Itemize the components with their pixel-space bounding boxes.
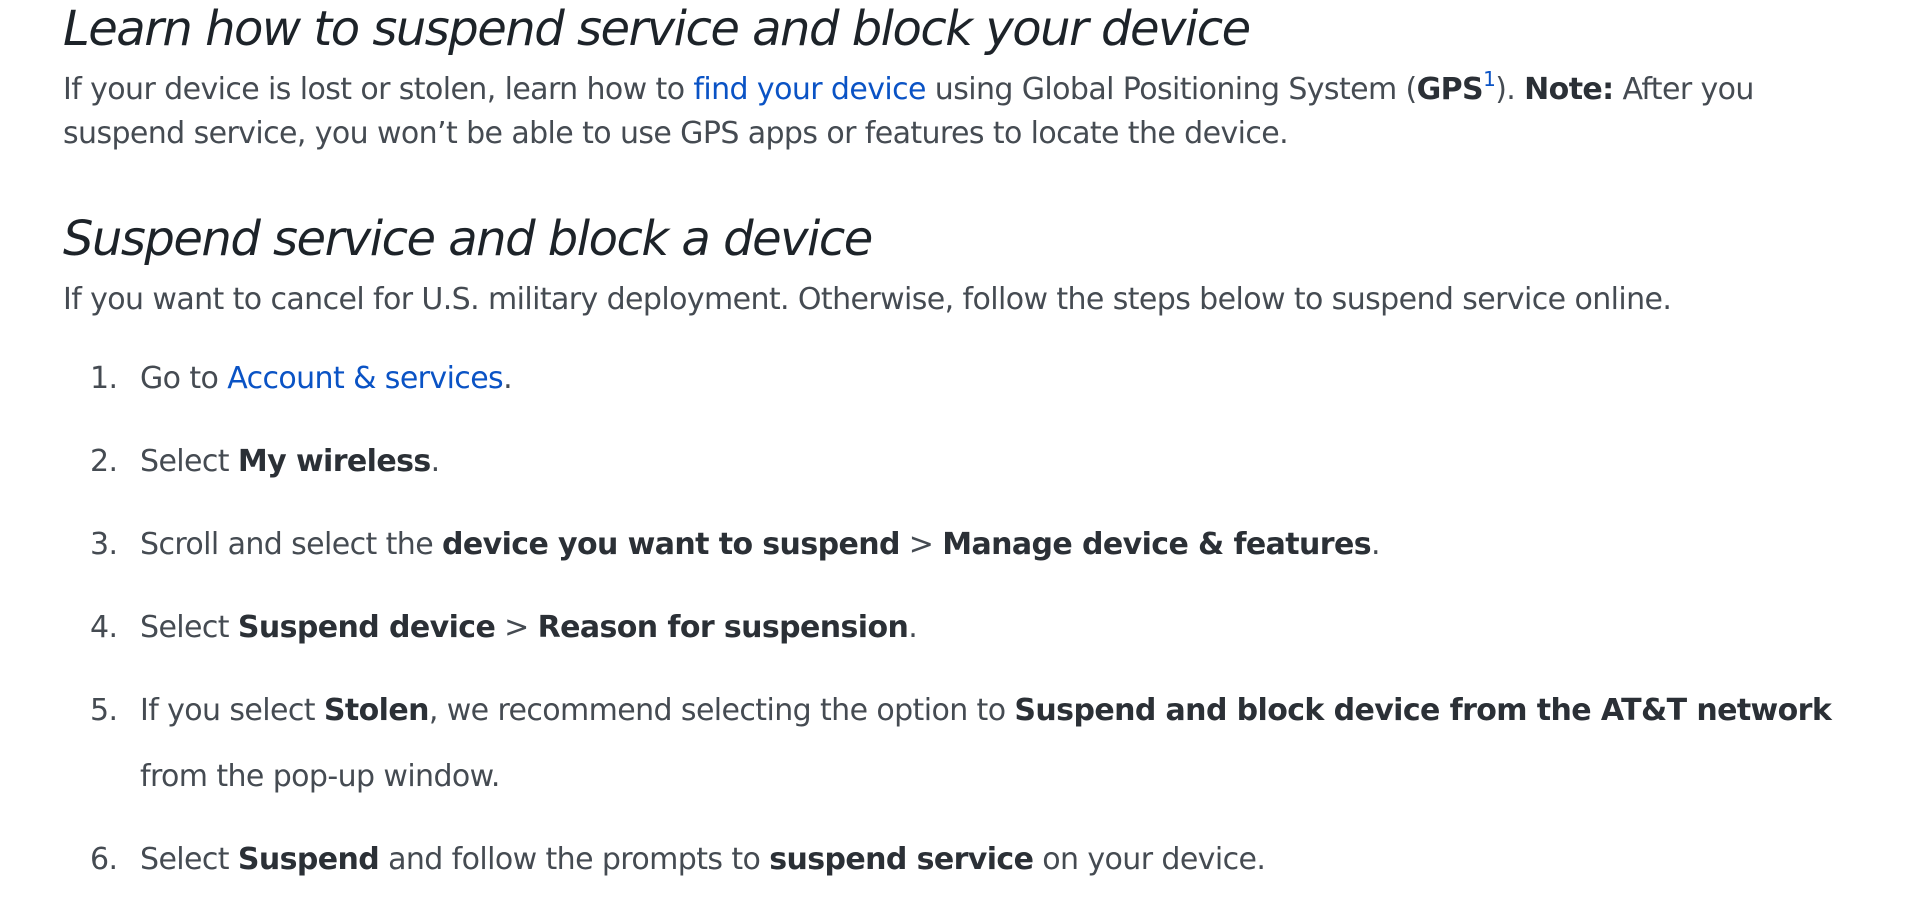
step-emphasis: Suspend device xyxy=(237,610,496,645)
section-heading: Suspend service and block a device xyxy=(63,211,873,267)
step-text: Select xyxy=(140,444,238,479)
step-number: 1. xyxy=(90,361,118,396)
step-item: 5. If you select Stolen, we recommend sel… xyxy=(63,678,1883,810)
steps-list: 1. Go to Account & services. 2. Select My … xyxy=(63,346,1883,893)
step-emphasis: Manage device & features xyxy=(942,527,1371,562)
step-number: 2. xyxy=(90,444,118,479)
note-label: Note: xyxy=(1524,72,1614,107)
step-text: . xyxy=(1371,527,1381,562)
article-content: Learn how to suspend service and block y… xyxy=(63,0,1883,910)
account-services-link[interactable]: Account & services xyxy=(227,361,503,396)
step-text: from the pop-up window. xyxy=(140,759,500,794)
page-title: Learn how to suspend service and block y… xyxy=(63,1,1251,57)
step-item: 1. Go to Account & services. xyxy=(63,346,1883,412)
step-emphasis: Suspend and block device from the AT&T n… xyxy=(1014,693,1832,728)
step-item: 3. Scroll and select the device you want … xyxy=(63,512,1883,578)
step-separator: > xyxy=(899,527,943,562)
step-number: 5. xyxy=(90,693,118,728)
step-text: Select xyxy=(140,842,238,877)
step-emphasis: Reason for suspension xyxy=(537,610,909,645)
step-text: If you select xyxy=(140,693,324,728)
step-item: 4. Select Suspend device > Reason for sus… xyxy=(63,595,1883,661)
step-emphasis: device you want to suspend xyxy=(442,527,900,562)
step-text: on your device. xyxy=(1033,842,1266,877)
step-item: 6. Select Suspend and follow the prompts … xyxy=(63,827,1883,893)
step-item: 2. Select My wireless. xyxy=(63,429,1883,495)
step-separator: > xyxy=(495,610,538,645)
step-emphasis: Suspend xyxy=(237,842,380,877)
step-text: . xyxy=(503,361,513,396)
step-text: Go to xyxy=(140,361,228,396)
section-intro: If you want to cancel for U.S. military … xyxy=(63,282,1672,317)
intro-text: using Global Positioning System ( xyxy=(925,72,1417,107)
step-number: 4. xyxy=(90,610,118,645)
step-text: Scroll and select the xyxy=(140,527,442,562)
step-emphasis: My wireless xyxy=(237,444,431,479)
step-emphasis: suspend service xyxy=(769,842,1034,877)
step-text: . xyxy=(430,444,441,479)
gps-term: GPS xyxy=(1416,72,1484,107)
step-text: Select xyxy=(140,610,238,645)
intro-paragraph: If your device is lost or stolen, learn … xyxy=(63,68,1883,156)
step-text: and follow the prompts to xyxy=(379,842,770,877)
step-text: , we recommend selecting the option to xyxy=(428,693,1015,728)
intro-text: If your device is lost or stolen, learn … xyxy=(63,72,694,107)
step-text: . xyxy=(908,610,918,645)
step-emphasis: Stolen xyxy=(323,693,430,728)
intro-text: ). xyxy=(1495,72,1525,107)
footnote-link[interactable]: 1 xyxy=(1483,67,1496,91)
step-number: 3. xyxy=(90,527,118,562)
step-number: 6. xyxy=(90,842,118,877)
find-your-device-link[interactable]: find your device xyxy=(693,72,926,107)
